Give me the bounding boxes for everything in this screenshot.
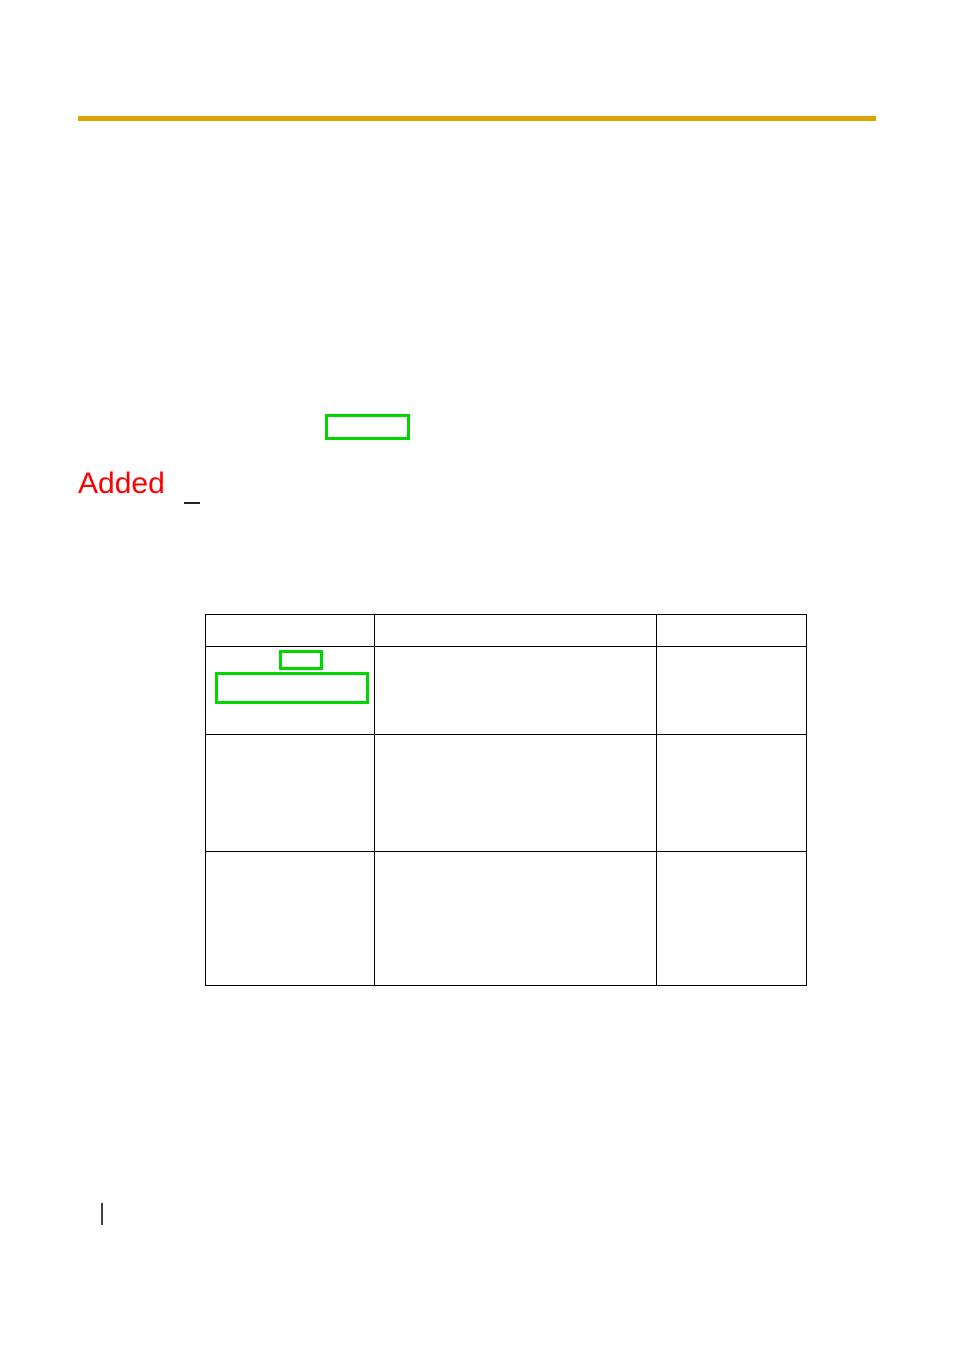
added-annotation: Added	[78, 467, 165, 501]
table-row	[206, 852, 807, 986]
table-cell	[657, 852, 807, 986]
table-cell	[206, 852, 375, 986]
table-cell	[206, 735, 375, 852]
table-cell	[374, 852, 657, 986]
table-cell	[374, 647, 657, 735]
footer-divider	[101, 1203, 103, 1225]
table-cell	[657, 735, 807, 852]
table-cell	[374, 615, 657, 647]
underscore-mark	[184, 502, 200, 504]
horizontal-rule	[78, 116, 876, 121]
page: Added	[0, 0, 954, 1351]
table-cell	[374, 735, 657, 852]
table-row	[206, 615, 807, 647]
table-cell	[657, 615, 807, 647]
table-row	[206, 735, 807, 852]
highlight-box-3	[215, 672, 369, 704]
highlight-box-2	[279, 650, 323, 670]
table-cell	[206, 615, 375, 647]
table-cell	[657, 647, 807, 735]
highlight-box-1	[325, 414, 410, 440]
